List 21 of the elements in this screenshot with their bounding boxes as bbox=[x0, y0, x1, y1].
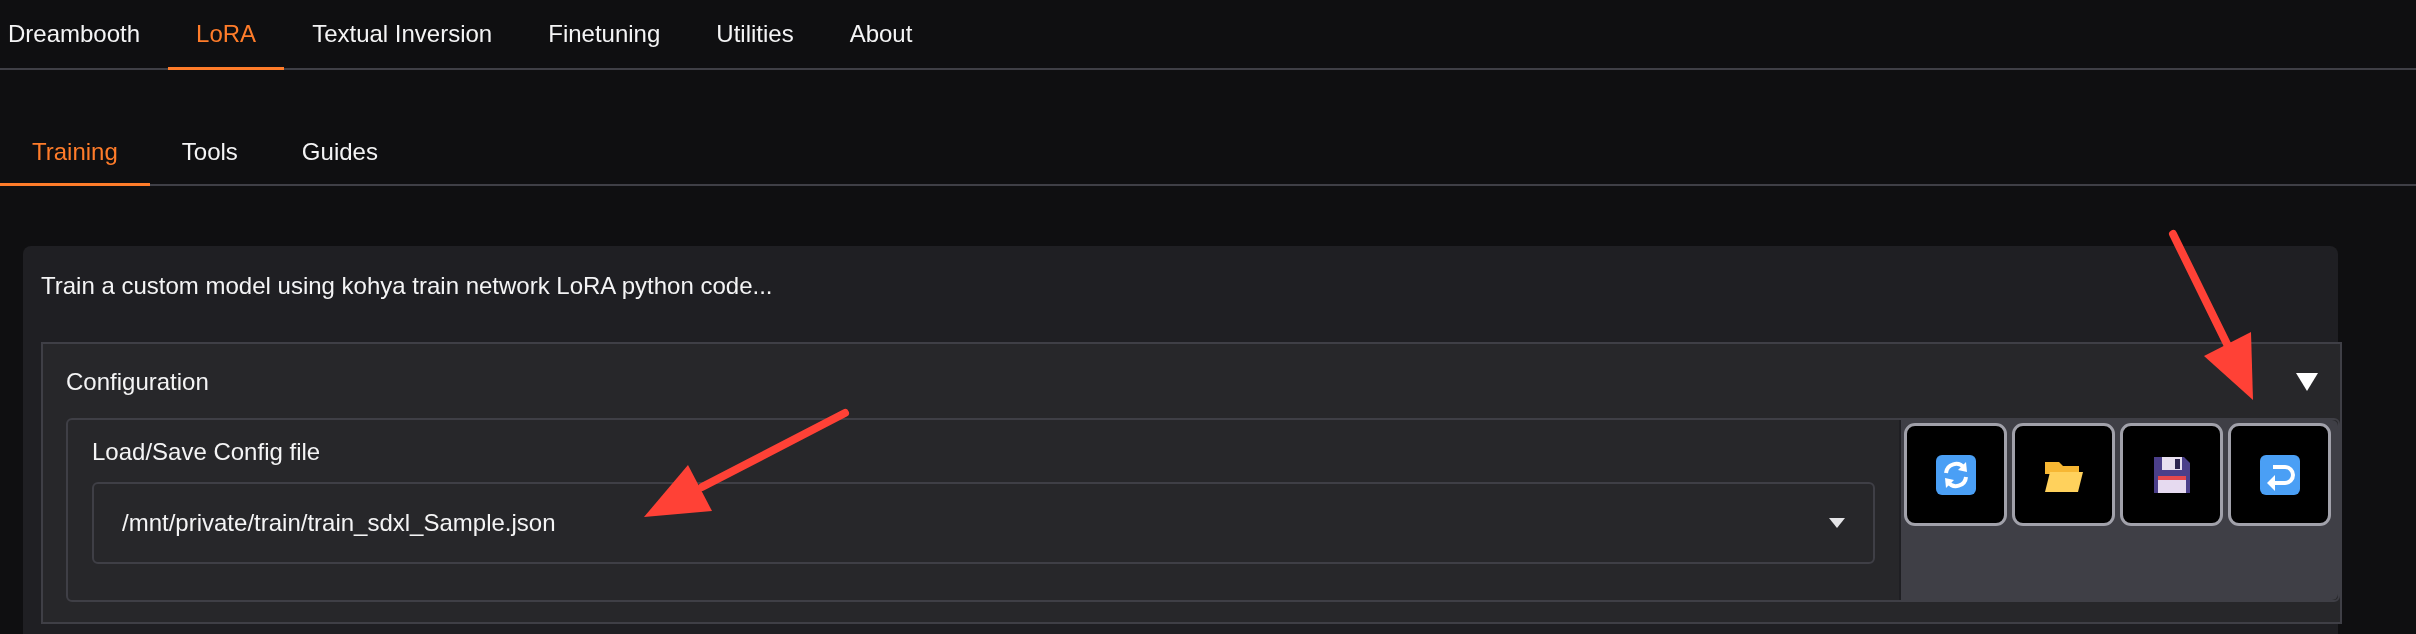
caret-icon bbox=[1829, 518, 1845, 528]
tab[interactable]: About bbox=[821, 0, 941, 70]
dropdown-field[interactable]: /mnt/private/train/train_sdxl_Sample.json bbox=[92, 482, 1875, 564]
refresh-icon bbox=[1934, 453, 1977, 496]
open-button[interactable] bbox=[2012, 423, 2115, 526]
tab[interactable]: Guides bbox=[269, 120, 410, 186]
tab[interactable]: LoRA bbox=[168, 0, 285, 70]
accordion-title: Configuration bbox=[66, 368, 209, 396]
dropdown-value: /mnt/private/train/train_sdxl_Sample.json bbox=[122, 509, 556, 537]
tab[interactable]: Training bbox=[0, 120, 150, 186]
tab[interactable]: Textual Inversion bbox=[284, 0, 521, 70]
collapse-toggle-icon[interactable] bbox=[2296, 373, 2318, 391]
tab[interactable]: Tools bbox=[149, 120, 270, 186]
field-label: Load/Save Config file bbox=[92, 438, 322, 466]
tab[interactable]: Utilities bbox=[688, 0, 822, 70]
load-button[interactable] bbox=[2228, 423, 2331, 526]
refresh-button[interactable] bbox=[1904, 423, 2007, 526]
tab[interactable]: Dreambooth bbox=[0, 0, 169, 70]
save-button[interactable] bbox=[2120, 423, 2223, 526]
description-text: Train a custom model using kohya train network LoRA python code... bbox=[41, 272, 774, 300]
tab[interactable]: Finetuning bbox=[520, 0, 689, 70]
